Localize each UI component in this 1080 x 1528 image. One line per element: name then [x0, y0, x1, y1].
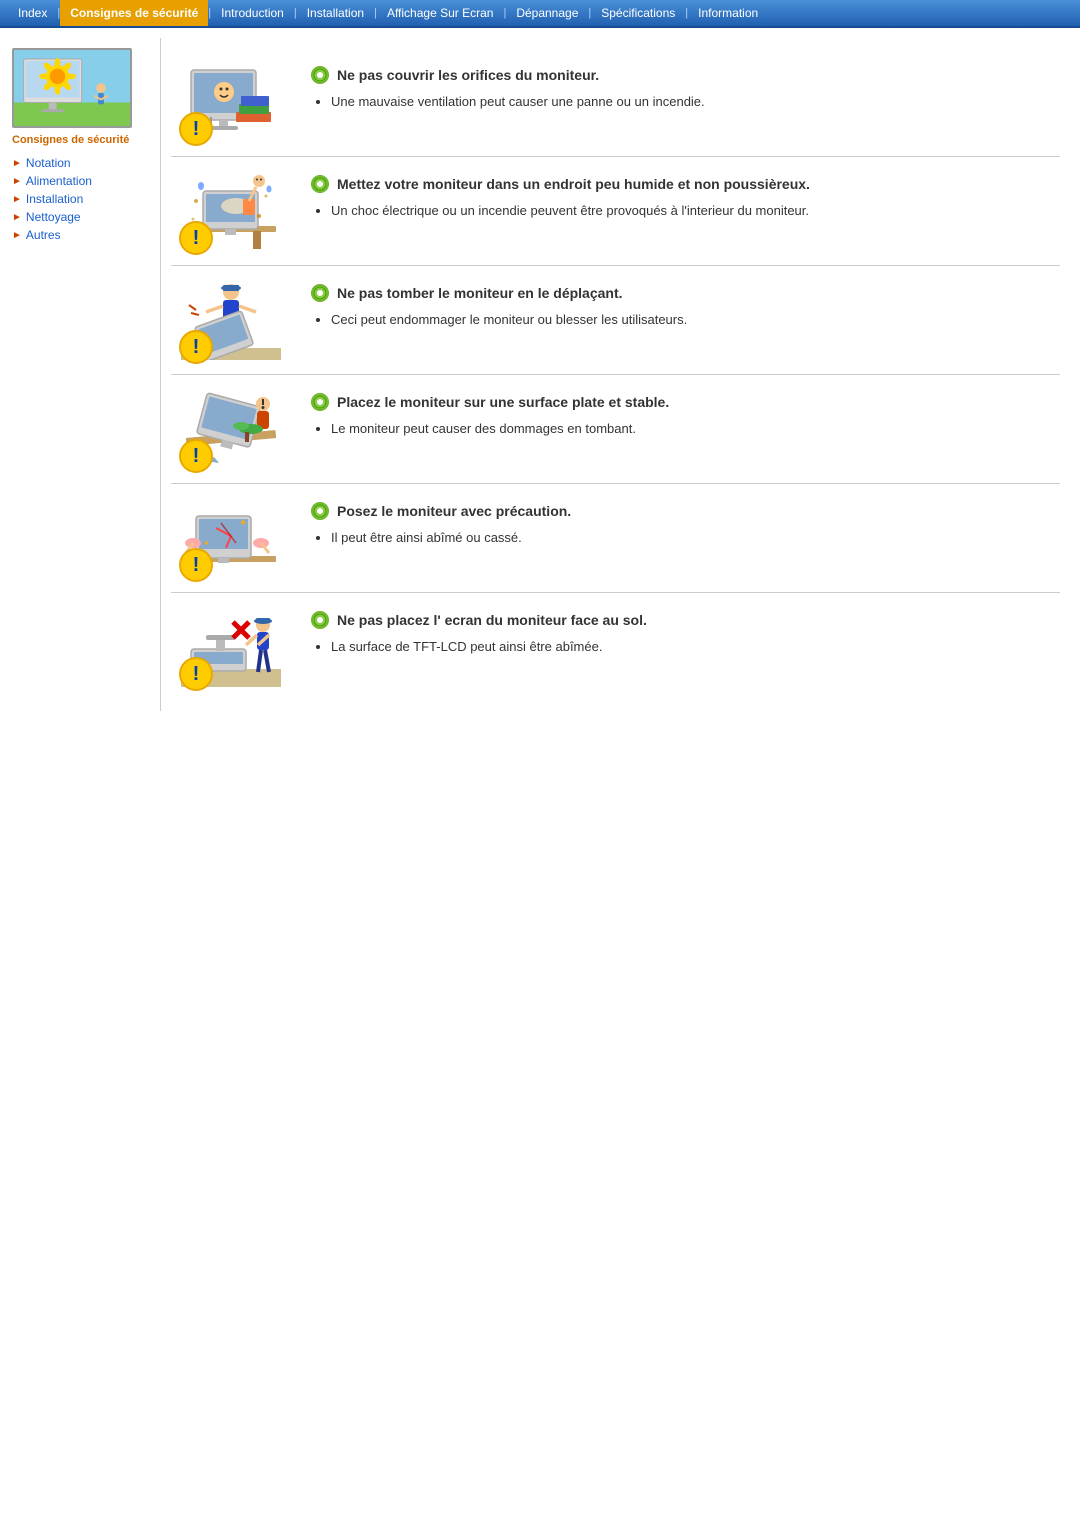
sidebar-nav-installation[interactable]: ► Installation	[12, 192, 150, 206]
safety-bullets-6: La surface de TFT-LCD peut ainsi être ab…	[331, 637, 1060, 657]
safety-text-4: Placez le moniteur sur une surface plate…	[311, 389, 1060, 441]
safety-title-text-6: Ne pas placez l' ecran du moniteur face …	[337, 612, 647, 628]
warning-badge-1: !	[179, 112, 213, 146]
content-area: ! Ne pas couvrir les orifices du moniteu…	[160, 38, 1080, 711]
safety-text-6: Ne pas placez l' ecran du moniteur face …	[311, 607, 1060, 659]
safety-text-3: Ne pas tomber le moniteur en le déplaçan…	[311, 280, 1060, 332]
safety-item-3: ! Ne pas tomber le moniteur en le déplaç…	[171, 266, 1060, 375]
arrow-icon-installation: ►	[12, 194, 22, 205]
sidebar-label: Consignes de sécurité	[12, 134, 150, 146]
sidebar-nav-autres[interactable]: ► Autres	[12, 228, 150, 242]
arrow-icon-notation: ►	[12, 158, 22, 169]
safety-text-1: Ne pas couvrir les orifices du moniteur.…	[311, 62, 1060, 114]
safety-title-4: Placez le moniteur sur une surface plate…	[311, 393, 1060, 411]
safety-bullets-5: Il peut être ainsi abîmé ou cassé.	[331, 528, 1060, 548]
safety-icon-wrap-1: !	[171, 62, 291, 142]
sidebar-nav-nettoyage[interactable]: ► Nettoyage	[12, 210, 150, 224]
nav-information[interactable]: Information	[688, 0, 768, 26]
safety-item-6: ! Ne pas placez l' ecran du moniteur fac…	[171, 593, 1060, 701]
safety-icon-wrap-5: ✦ ✦ !	[171, 498, 291, 578]
sidebar-nav-label-installation: Installation	[26, 192, 83, 206]
arrow-icon-nettoyage: ►	[12, 212, 22, 223]
safety-title-6: Ne pas placez l' ecran du moniteur face …	[311, 611, 1060, 629]
safety-title-icon-2	[311, 175, 329, 193]
safety-title-text-4: Placez le moniteur sur une surface plate…	[337, 394, 669, 410]
safety-title-5: Posez le moniteur avec précaution.	[311, 502, 1060, 520]
safety-title-icon-6	[311, 611, 329, 629]
safety-item-4: ! Placez le moniteur sur une surface pla…	[171, 375, 1060, 484]
nav-introduction[interactable]: Introduction	[211, 0, 294, 26]
warning-badge-6: !	[179, 657, 213, 691]
safety-title-1: Ne pas couvrir les orifices du moniteur.	[311, 66, 1060, 84]
safety-bullets-1: Une mauvaise ventilation peut causer une…	[331, 92, 1060, 112]
arrow-icon-alimentation: ►	[12, 176, 22, 187]
warning-badge-4: !	[179, 439, 213, 473]
warning-badge-5: !	[179, 548, 213, 582]
safety-bullets-3: Ceci peut endommager le moniteur ou bles…	[331, 310, 1060, 330]
safety-icon-wrap-6: !	[171, 607, 291, 687]
safety-title-3: Ne pas tomber le moniteur en le déplaçan…	[311, 284, 1060, 302]
nav-affichage[interactable]: Affichage Sur Ecran	[377, 0, 504, 26]
safety-bullet-4-1: Le moniteur peut causer des dommages en …	[331, 419, 1060, 439]
safety-title-text-3: Ne pas tomber le moniteur en le déplaçan…	[337, 285, 623, 301]
safety-icon-wrap-4: !	[171, 389, 291, 469]
safety-bullets-4: Le moniteur peut causer des dommages en …	[331, 419, 1060, 439]
nav-index[interactable]: Index	[8, 0, 57, 26]
arrow-icon-autres: ►	[12, 230, 22, 241]
safety-title-2: Mettez votre moniteur dans un endroit pe…	[311, 175, 1060, 193]
safety-item-2: ! Mettez votre moniteur dans un endroit …	[171, 157, 1060, 266]
safety-icon-wrap-3: !	[171, 280, 291, 360]
sidebar-nav-label-notation: Notation	[26, 156, 71, 170]
safety-title-icon-5	[311, 502, 329, 520]
warning-badge-3: !	[179, 330, 213, 364]
main-layout: Consignes de sécurité ► Notation ► Alime…	[0, 28, 1080, 721]
safety-bullet-2-1: Un choc électrique ou un incendie peuven…	[331, 201, 1060, 221]
nav-depannage[interactable]: Dépannage	[506, 0, 588, 26]
safety-bullet-5-1: Il peut être ainsi abîmé ou cassé.	[331, 528, 1060, 548]
safety-icon-wrap-2: !	[171, 171, 291, 251]
nav-specifications[interactable]: Spécifications	[591, 0, 685, 26]
warning-badge-2: !	[179, 221, 213, 255]
safety-item-1: ! Ne pas couvrir les orifices du moniteu…	[171, 48, 1060, 157]
nav-installation[interactable]: Installation	[297, 0, 374, 26]
safety-title-icon-3	[311, 284, 329, 302]
sidebar-nav-alimentation[interactable]: ► Alimentation	[12, 174, 150, 188]
sidebar-nav-label-alimentation: Alimentation	[26, 174, 92, 188]
safety-title-icon-4	[311, 393, 329, 411]
safety-title-text-2: Mettez votre moniteur dans un endroit pe…	[337, 176, 810, 192]
safety-text-2: Mettez votre moniteur dans un endroit pe…	[311, 171, 1060, 223]
safety-bullet-1-1: Une mauvaise ventilation peut causer une…	[331, 92, 1060, 112]
nav-bar: Index | Consignes de sécurité | Introduc…	[0, 0, 1080, 28]
safety-title-text-1: Ne pas couvrir les orifices du moniteur.	[337, 67, 599, 83]
safety-item-5: ✦ ✦ ! Posez le moniteur avec précaution.…	[171, 484, 1060, 593]
sidebar-nav-notation[interactable]: ► Notation	[12, 156, 150, 170]
safety-bullets-2: Un choc électrique ou un incendie peuven…	[331, 201, 1060, 221]
nav-consignes[interactable]: Consignes de sécurité	[60, 0, 208, 26]
safety-title-icon-1	[311, 66, 329, 84]
safety-title-text-5: Posez le moniteur avec précaution.	[337, 503, 571, 519]
sidebar-nav-label-autres: Autres	[26, 228, 61, 242]
safety-bullet-3-1: Ceci peut endommager le moniteur ou bles…	[331, 310, 1060, 330]
svg-text:✦: ✦	[239, 518, 247, 529]
sidebar-nav-label-nettoyage: Nettoyage	[26, 210, 81, 224]
svg-text:✦: ✦	[203, 539, 210, 548]
sidebar-image	[12, 48, 132, 128]
sidebar: Consignes de sécurité ► Notation ► Alime…	[0, 38, 160, 711]
safety-text-5: Posez le moniteur avec précaution. Il pe…	[311, 498, 1060, 550]
safety-bullet-6-1: La surface de TFT-LCD peut ainsi être ab…	[331, 637, 1060, 657]
